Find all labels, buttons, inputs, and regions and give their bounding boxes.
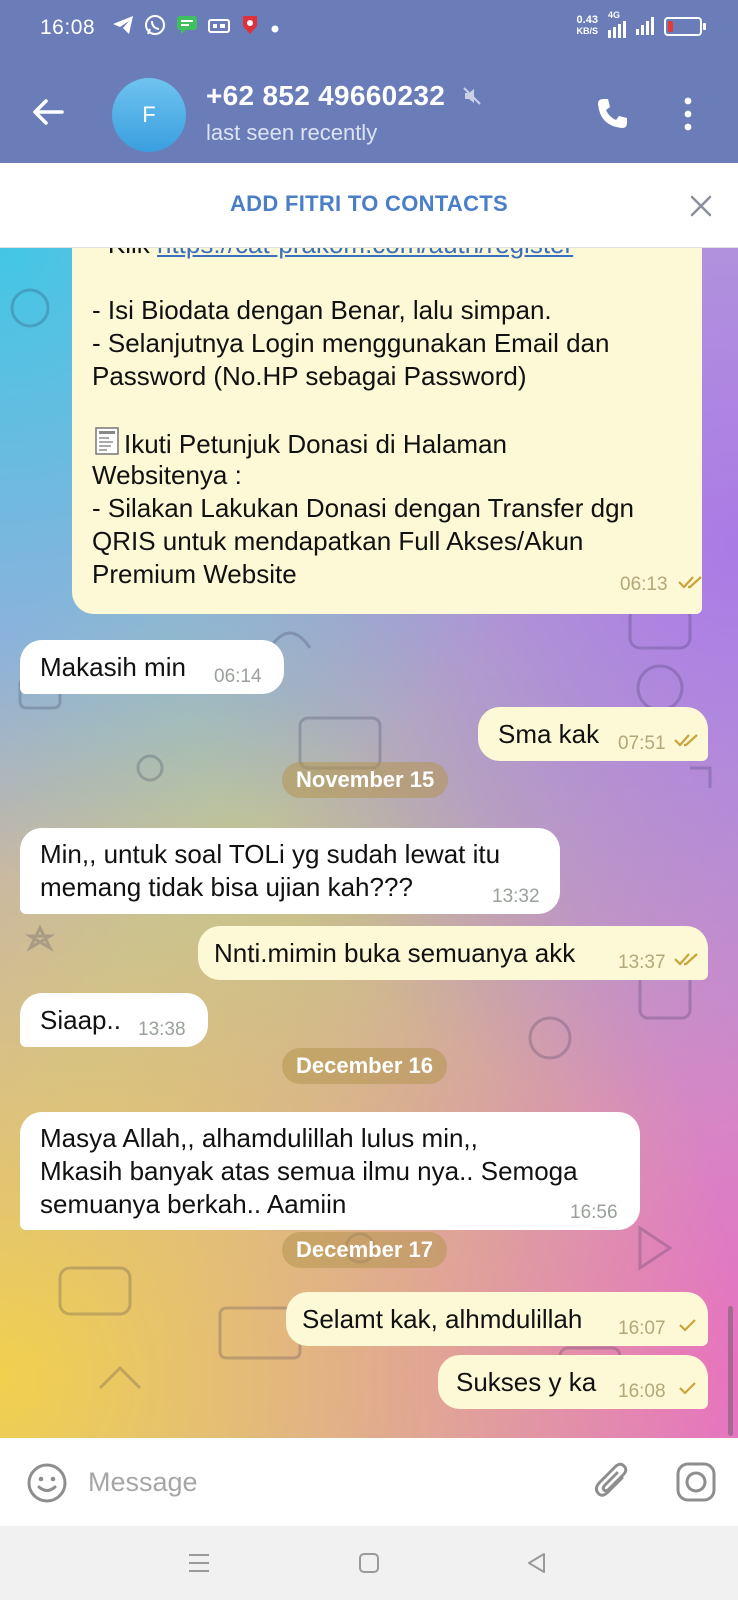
message-time: 16:08: [618, 1381, 666, 1402]
back-button[interactable]: [28, 92, 68, 132]
message-line: Premium Website: [92, 559, 297, 589]
arrow-left-icon: [33, 99, 64, 125]
register-link[interactable]: https://cat-prakom.com/auth/register: [157, 248, 573, 259]
sim-icon: [208, 16, 230, 42]
add-contact-bar: ADD FITRI TO CONTACTS: [0, 163, 738, 248]
message-composer: [0, 1438, 738, 1526]
message-line: QRIS untuk mendapatkan Full Akses/Akun: [92, 526, 584, 556]
check-icon: [679, 1382, 696, 1395]
home-button[interactable]: [356, 1550, 382, 1576]
system-back-button[interactable]: [524, 1550, 550, 1576]
message-time: 13:32: [492, 886, 540, 907]
message-text: Ikuti Petunjuk Donasi di Halaman: [124, 429, 507, 459]
add-to-contacts-button[interactable]: ADD FITRI TO CONTACTS: [0, 191, 738, 217]
message-time: 16:56: [570, 1202, 618, 1223]
incoming-message-bubble[interactable]: Masya Allah,, alhamdulillah lulus min,, …: [20, 1112, 640, 1230]
double-check-icon: [674, 734, 698, 747]
message-text: Nnti.mimin buka semuanya akk: [214, 938, 576, 968]
more-options-button[interactable]: [680, 96, 696, 132]
status-bar: 16:08 0.43 KB/S 4G: [0, 0, 738, 58]
message-line: - Silakan Lakukan Donasi dengan Transfer…: [92, 493, 635, 523]
whatsapp-icon: [144, 14, 166, 44]
recent-apps-button[interactable]: [186, 1550, 212, 1576]
chat-area[interactable]: - Klik https://cat-prakom.com/auth/regis…: [0, 248, 738, 1438]
check-icon: [679, 1319, 696, 1332]
triangle-back-icon: [528, 1553, 545, 1573]
message-line: Masya Allah,, alhamdulillah lulus min,,: [40, 1123, 478, 1153]
close-icon: [690, 195, 712, 217]
notification-icons: [112, 14, 280, 44]
system-navigation-bar: [0, 1526, 738, 1600]
message-time: 06:14: [214, 666, 262, 687]
message-input[interactable]: [86, 1458, 560, 1506]
outgoing-message-bubble[interactable]: - Klik https://cat-prakom.com/auth/regis…: [72, 248, 702, 614]
net-speed-value: 0.43: [576, 14, 598, 26]
battery-fill: [668, 20, 673, 32]
emoji-button[interactable]: [26, 1462, 68, 1504]
message-time: 13:37: [618, 952, 666, 973]
double-check-icon: [678, 576, 702, 589]
more-vertical-icon: [684, 97, 692, 131]
camera-button[interactable]: [674, 1460, 718, 1504]
outgoing-message-bubble[interactable]: Nnti.mimin buka semuanya akk 13:37: [198, 926, 708, 980]
signal-icon: [636, 17, 654, 35]
status-time: 16:08: [40, 16, 96, 39]
smiley-icon: [27, 1463, 67, 1503]
message-line: semuanya berkah.. Aamiin: [40, 1189, 347, 1219]
dismiss-button[interactable]: [688, 193, 714, 219]
message-time: 16:07: [618, 1318, 666, 1339]
outgoing-message-bubble[interactable]: Sma kak 07:51: [478, 707, 708, 761]
scrollbar[interactable]: [728, 1306, 733, 1436]
outgoing-message-bubble[interactable]: Sukses y ka 16:08: [438, 1355, 708, 1409]
date-separator: November 15: [282, 762, 449, 798]
date-separator: December 16: [282, 1048, 447, 1084]
menu-icon: [189, 1554, 209, 1572]
message-line: - Isi Biodata dengan Benar, lalu simpan.: [92, 295, 552, 325]
network-4g-icon: 4G: [608, 10, 626, 38]
network-label: 4G: [608, 10, 621, 20]
message-text: Siaap..: [40, 1005, 121, 1035]
dot-icon: [270, 16, 280, 42]
message-line: - Klik https://cat-prakom.com/auth/regis…: [92, 248, 573, 261]
message-line: Websitenya :: [92, 460, 242, 490]
double-check-icon: [674, 953, 698, 966]
message-time: 06:13: [620, 574, 668, 595]
message-line: Min,, untuk soal TOLi yg sudah lewat itu: [40, 839, 501, 869]
last-seen-status: last seen recently: [206, 120, 378, 145]
date-separator: December 17: [282, 1232, 447, 1268]
chat-header: F +62 852 49660232 last seen recently: [0, 58, 738, 163]
message-text: Sukses y ka: [456, 1367, 597, 1397]
avatar[interactable]: F: [112, 78, 186, 152]
call-button[interactable]: [594, 96, 630, 132]
message-time: 13:38: [138, 1019, 186, 1040]
square-icon: [359, 1553, 379, 1573]
message-time: 07:51: [618, 733, 666, 754]
status-right: 0.43 KB/S 4G: [576, 10, 706, 38]
muted-icon: [461, 82, 483, 114]
incoming-message-bubble[interactable]: Makasih min 06:14: [20, 640, 284, 694]
message-line: memang tidak bisa ujian kah???: [40, 872, 413, 902]
contact-title[interactable]: +62 852 49660232: [206, 80, 483, 114]
incoming-message-bubble[interactable]: Siaap.. 13:38: [20, 993, 208, 1047]
phone-icon: [598, 99, 627, 128]
message-line: Password (No.HP sebagai Password): [92, 361, 527, 391]
paperclip-icon: [594, 1462, 628, 1497]
net-speed-unit: KB/S: [576, 26, 598, 36]
message-text: - Klik: [92, 248, 157, 259]
message-text: Makasih min: [40, 652, 186, 682]
net-speed: 0.43 KB/S: [576, 15, 598, 37]
message-line: Mkasih banyak atas semua ilmu nya.. Semo…: [40, 1156, 578, 1186]
contact-name: +62 852 49660232: [206, 80, 446, 111]
outgoing-message-bubble[interactable]: Selamt kak, alhmdulillah 16:07: [286, 1292, 708, 1346]
telegram-icon: [112, 15, 134, 43]
battery-icon: [664, 16, 706, 36]
incoming-message-bubble[interactable]: Min,, untuk soal TOLi yg sudah lewat itu…: [20, 828, 560, 914]
message-line: - Selanjutnya Login menggunakan Email da…: [92, 328, 610, 358]
message-text: Sma kak: [498, 719, 600, 749]
app-icon: [240, 14, 260, 44]
chat-icon: [176, 15, 198, 43]
camera-icon: [676, 1462, 716, 1502]
attach-button[interactable]: [592, 1460, 632, 1504]
message-text: Selamt kak, alhmdulillah: [302, 1304, 583, 1334]
